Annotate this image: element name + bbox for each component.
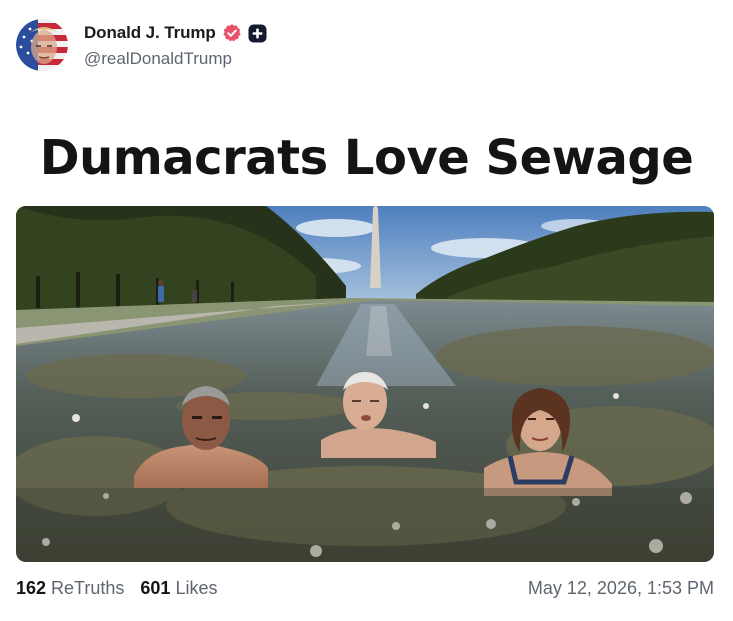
- post-headline: Dumacrats Love Sewage: [39, 130, 694, 186]
- likes-count: 601: [140, 577, 171, 598]
- avatar[interactable]: [16, 19, 68, 71]
- plus-badge-icon: [248, 24, 267, 43]
- author-display-name[interactable]: Donald J. Trump: [84, 23, 216, 43]
- retruths-stat[interactable]: 162 ReTruths: [16, 578, 124, 599]
- post-image[interactable]: [16, 206, 714, 562]
- author-handle[interactable]: @realDonaldTrump: [84, 49, 267, 69]
- author-identity: Donald J. Trump @realDonaldTrump: [84, 21, 267, 69]
- post-header: Donald J. Trump @realDonaldTrump: [16, 18, 267, 72]
- likes-stat[interactable]: 601 Likes: [140, 578, 217, 599]
- verified-badge-icon: [222, 23, 242, 43]
- reflecting-pool-photo-icon: [16, 206, 714, 562]
- retruths-label: ReTruths: [51, 577, 125, 598]
- flag-portrait-icon: [16, 19, 68, 71]
- truth-post: Donald J. Trump @realDonaldTrump Dumacra…: [0, 0, 733, 621]
- author-name-row: Donald J. Trump: [84, 21, 267, 45]
- post-footer: 162 ReTruths 601 Likes May 12, 2026, 1:53 …: [16, 576, 714, 600]
- retruths-count: 162: [16, 577, 47, 598]
- post-timestamp[interactable]: May 12, 2026, 1:53 PM: [528, 578, 714, 599]
- likes-label: Likes: [175, 577, 218, 598]
